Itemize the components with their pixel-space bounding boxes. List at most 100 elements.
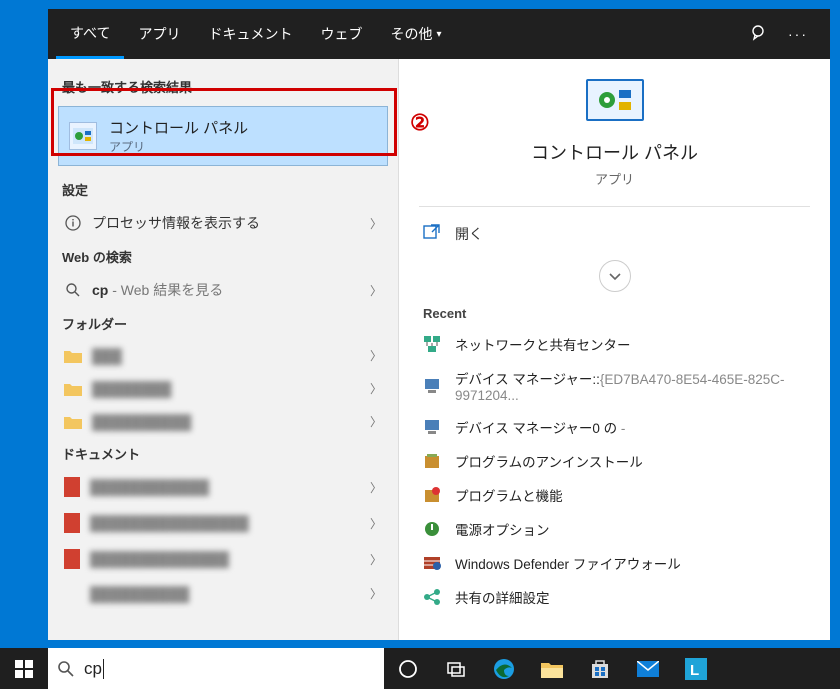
mail-icon[interactable] [624,648,672,689]
settings-header: 設定 [58,174,388,205]
document-result-1[interactable]: ████████████ 〉 [58,469,388,505]
app-l-icon[interactable]: L [672,648,720,689]
taskbar-search-box[interactable]: cp [48,648,384,689]
chevron-right-icon: 〉 [370,413,382,430]
tab-documents-label: ドキュメント [208,24,292,44]
tab-apps[interactable]: アプリ [124,9,194,59]
recent-item-advanced-sharing[interactable]: 共有の詳細設定 [399,580,830,614]
web-search-item[interactable]: cp - Web 結果を見る 〉 [58,272,388,308]
documents-header: ドキュメント [58,438,388,469]
tab-all-label: すべて [70,23,110,43]
document-label-blurred: ████████████████ [90,515,249,531]
recent-label: ネットワークと共有センター [455,334,631,354]
recent-item-defender-firewall[interactable]: Windows Defender ファイアウォール [399,546,830,580]
recent-item-power-options[interactable]: 電源オプション [399,512,830,546]
document-label-blurred: ████████████ [90,479,209,495]
search-tabs: すべて アプリ ドキュメント ウェブ その他 ▾ ··· [48,9,830,59]
tab-web-label: ウェブ [320,24,362,44]
power-icon [423,520,441,538]
settings-item-label: プロセッサ情報を表示する [92,213,260,233]
open-label: 開く [455,224,483,244]
tab-all[interactable]: すべて [56,9,124,59]
folder-icon [64,382,82,396]
open-action[interactable]: 開く [399,207,830,260]
ellipsis-icon[interactable]: ··· [788,24,808,44]
tab-web[interactable]: ウェブ [306,9,376,59]
folder-icon [64,349,82,363]
tab-more[interactable]: その他 ▾ [376,9,455,59]
document-result-2[interactable]: ████████████████ 〉 [58,505,388,541]
control-panel-icon [69,122,97,150]
chevron-right-icon: 〉 [370,551,382,568]
start-search-panel: すべて アプリ ドキュメント ウェブ その他 ▾ ··· 最も一致する検索結果 コ… [48,9,830,640]
cortana-icon[interactable] [384,648,432,689]
programs-icon [423,486,441,504]
best-match-control-panel[interactable]: コントロール パネル アプリ [58,106,388,166]
search-results-left: 最も一致する検索結果 コントロール パネル アプリ 設定 プロセッサ情報を表示す… [48,59,398,640]
file-explorer-icon[interactable] [528,648,576,689]
taskbar: cp L [0,648,840,689]
recent-label: プログラムのアンインストール [455,451,643,471]
chevron-right-icon: 〉 [370,215,382,232]
chevron-right-icon: 〉 [370,282,382,299]
folder-result-3[interactable]: ██████████ 〉 [58,405,388,438]
annotation-number-2: ② [410,110,430,136]
tab-documents[interactable]: ドキュメント [194,9,306,59]
folder-label-blurred: ████████ [92,381,171,397]
open-icon [423,223,441,244]
chevron-right-icon: 〉 [370,515,382,532]
folders-header: フォルダー [58,308,388,339]
store-icon[interactable] [576,648,624,689]
document-icon [64,477,80,497]
document-label-blurred: ██████████ [90,586,189,602]
web-search-item-label: cp - Web 結果を見る [92,280,223,300]
preview-subtitle: アプリ [399,169,830,188]
feedback-icon[interactable] [750,24,770,44]
folder-result-2[interactable]: ████████ 〉 [58,372,388,405]
recent-label: 共有の詳細設定 [455,587,550,607]
document-label-blurred: ██████████████ [90,551,229,567]
recent-item-device-manager-0[interactable]: デバイス マネージャー0 の - [399,410,830,444]
device-manager-icon [423,377,441,395]
recent-item-programs-features[interactable]: プログラムと機能 [399,478,830,512]
recent-label: Windows Defender ファイアウォール [455,553,681,573]
recent-label: デバイス マネージャー::{ED7BA470-8E54-465E-825C-99… [455,368,806,403]
folder-icon [64,415,82,429]
recent-item-device-manager-guid[interactable]: デバイス マネージャー::{ED7BA470-8E54-465E-825C-99… [399,361,830,410]
task-view-icon[interactable] [432,648,480,689]
folder-label-blurred: ███ [92,348,122,364]
svg-text:L: L [690,662,699,679]
best-match-subtitle: アプリ [109,138,248,155]
chevron-right-icon: 〉 [370,479,382,496]
info-icon [64,214,82,232]
edge-icon[interactable] [480,648,528,689]
tab-more-label: その他 [390,24,432,44]
firewall-icon [423,554,441,572]
document-result-4[interactable]: ██████████ 〉 [58,577,388,610]
recent-item-network[interactable]: ネットワークと共有センター [399,327,830,361]
start-button[interactable] [0,648,48,689]
document-result-3[interactable]: ██████████████ 〉 [58,541,388,577]
search-icon [64,281,82,299]
device-manager-icon [423,418,441,436]
chevron-right-icon: 〉 [370,585,382,602]
best-match-header: 最も一致する検索結果 [58,71,388,102]
settings-item-processor-info[interactable]: プロセッサ情報を表示する 〉 [58,205,388,241]
chevron-down-icon: ▾ [436,29,441,40]
tab-apps-label: アプリ [138,24,180,44]
search-preview-pane: コントロール パネル アプリ 開く Recent ネットワークと共有センター デ… [398,59,830,640]
recent-label: 電源オプション [455,519,550,539]
sharing-icon [423,588,441,606]
recent-item-uninstall[interactable]: プログラムのアンインストール [399,444,830,478]
preview-title: コントロール パネル [399,139,830,165]
recent-label: デバイス マネージャー0 の - [455,417,625,437]
recent-header: Recent [399,292,830,327]
chevron-right-icon: 〉 [370,380,382,397]
expand-button[interactable] [599,260,631,292]
control-panel-large-icon [586,79,644,121]
chevron-right-icon: 〉 [370,347,382,364]
uninstall-icon [423,452,441,470]
folder-result-1[interactable]: ███ 〉 [58,339,388,372]
best-match-title: コントロール パネル [109,117,248,138]
document-icon [64,549,80,569]
